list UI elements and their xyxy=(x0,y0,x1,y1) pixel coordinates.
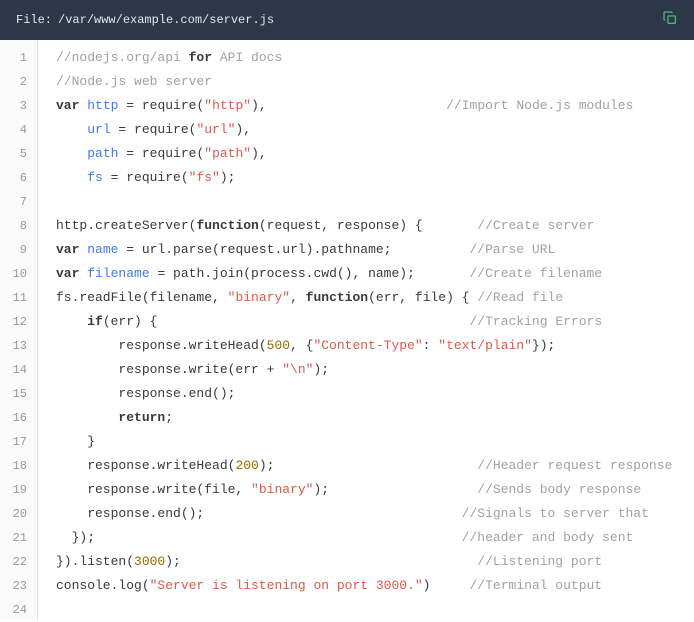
code-line: response.end(); //Signals to server that xyxy=(38,502,694,526)
line-number: 13 xyxy=(0,334,37,358)
code-line: fs.readFile(filename, "binary", function… xyxy=(38,286,694,310)
code-line: response.writeHead(200); //Header reques… xyxy=(38,454,694,478)
code-line: //nodejs.org/api for API docs xyxy=(38,46,694,70)
line-number: 23 xyxy=(0,574,37,598)
line-number: 6 xyxy=(0,166,37,190)
line-number: 1 xyxy=(0,46,37,70)
code-line: path = require("path"), xyxy=(38,142,694,166)
line-number: 22 xyxy=(0,550,37,574)
copy-icon[interactable] xyxy=(662,10,678,30)
code-line: response.write(err + "\n"); xyxy=(38,358,694,382)
line-number: 12 xyxy=(0,310,37,334)
code-line xyxy=(38,598,694,620)
line-number: 10 xyxy=(0,262,37,286)
line-number: 14 xyxy=(0,358,37,382)
line-number: 19 xyxy=(0,478,37,502)
file-header: File: /var/www/example.com/server.js xyxy=(0,0,694,40)
line-number: 2 xyxy=(0,70,37,94)
code-content[interactable]: //nodejs.org/api for API docs//Node.js w… xyxy=(38,40,694,620)
code-line: response.writeHead(500, {"Content-Type":… xyxy=(38,334,694,358)
code-line: var name = url.parse(request.url).pathna… xyxy=(38,238,694,262)
line-number: 16 xyxy=(0,406,37,430)
line-number: 15 xyxy=(0,382,37,406)
line-number: 20 xyxy=(0,502,37,526)
code-line: var filename = path.join(process.cwd(), … xyxy=(38,262,694,286)
line-number: 8 xyxy=(0,214,37,238)
line-number: 7 xyxy=(0,190,37,214)
line-number: 11 xyxy=(0,286,37,310)
line-number: 5 xyxy=(0,142,37,166)
code-line: http.createServer(function(request, resp… xyxy=(38,214,694,238)
code-line: fs = require("fs"); xyxy=(38,166,694,190)
line-number: 4 xyxy=(0,118,37,142)
code-line: var http = require("http"), //Import Nod… xyxy=(38,94,694,118)
line-number: 24 xyxy=(0,598,37,622)
code-line: } xyxy=(38,430,694,454)
code-editor: 123456789101112131415161718192021222324 … xyxy=(0,40,694,620)
code-line: return; xyxy=(38,406,694,430)
code-line: }).listen(3000); //Listening port xyxy=(38,550,694,574)
file-path: /var/www/example.com/server.js xyxy=(58,13,274,27)
code-line: url = require("url"), xyxy=(38,118,694,142)
line-number: 18 xyxy=(0,454,37,478)
code-line: response.end(); xyxy=(38,382,694,406)
line-number-gutter: 123456789101112131415161718192021222324 xyxy=(0,40,38,620)
line-number: 3 xyxy=(0,94,37,118)
line-number: 9 xyxy=(0,238,37,262)
code-line xyxy=(38,190,694,214)
line-number: 21 xyxy=(0,526,37,550)
code-line: //Node.js web server xyxy=(38,70,694,94)
code-line: response.write(file, "binary"); //Sends … xyxy=(38,478,694,502)
file-label: File: xyxy=(16,13,52,27)
code-line: console.log("Server is listening on port… xyxy=(38,574,694,598)
code-line: if(err) { //Tracking Errors xyxy=(38,310,694,334)
code-line: }); //header and body sent xyxy=(38,526,694,550)
line-number: 17 xyxy=(0,430,37,454)
